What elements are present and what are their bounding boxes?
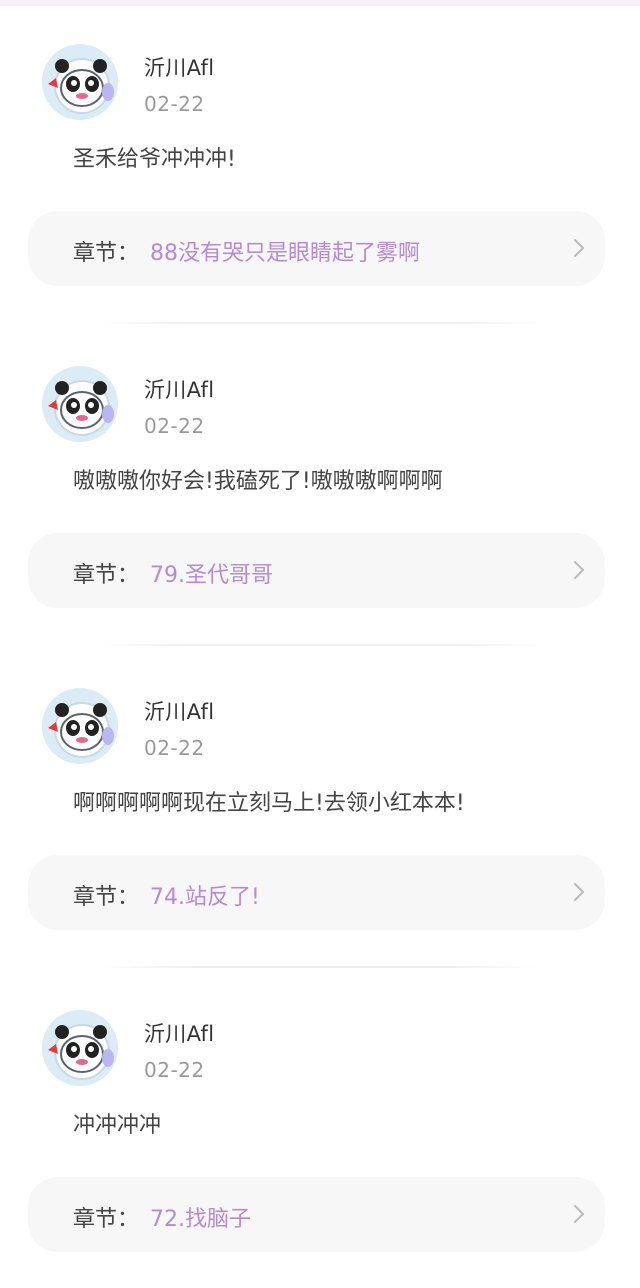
comment-text: 圣禾给爷冲冲冲!: [73, 147, 236, 172]
panda-avatar-icon[interactable]: [42, 1010, 118, 1086]
chapter-link[interactable]: 章节： 74.站反了!: [28, 855, 605, 930]
chapter-title: 74.站反了!: [150, 885, 260, 910]
chapter-title: 88没有哭只是眼睛起了雾啊: [150, 241, 420, 266]
chapter-title: 72.找脑子: [150, 1207, 251, 1232]
comment-item: 沂川Afl 02-22 圣禾给爷冲冲冲! 章节： 88没有哭只是眼睛起了雾啊: [0, 0, 640, 324]
username[interactable]: 沂川Afl: [144, 1018, 214, 1048]
chevron-right-icon: [573, 882, 585, 902]
comment-date: 02-22: [144, 414, 205, 438]
username[interactable]: 沂川Afl: [144, 52, 214, 82]
comment-date: 02-22: [144, 736, 205, 760]
comment-date: 02-22: [144, 1058, 205, 1082]
chevron-right-icon: [573, 238, 585, 258]
username[interactable]: 沂川Afl: [144, 696, 214, 726]
comment-item: 沂川Afl 02-22 嗷嗷嗷你好会!我磕死了!嗷嗷嗷啊啊啊 章节： 79.圣代…: [0, 322, 640, 646]
chapter-title: 79.圣代哥哥: [150, 563, 273, 588]
panda-avatar-icon[interactable]: [42, 688, 118, 764]
comment-text: 啊啊啊啊啊现在立刻马上!去领小红本本!: [73, 791, 465, 816]
panda-avatar-icon[interactable]: [42, 44, 118, 120]
chapter-label: 章节：: [73, 241, 140, 266]
chapter-link[interactable]: 章节： 79.圣代哥哥: [28, 533, 605, 608]
chevron-right-icon: [573, 1204, 585, 1224]
chevron-right-icon: [573, 560, 585, 580]
username[interactable]: 沂川Afl: [144, 374, 214, 404]
comment-text: 冲冲冲冲: [73, 1113, 162, 1138]
comment-item: 沂川Afl 02-22 啊啊啊啊啊现在立刻马上!去领小红本本! 章节： 74.站…: [0, 644, 640, 968]
chapter-label: 章节：: [73, 885, 140, 910]
comment-text: 嗷嗷嗷你好会!我磕死了!嗷嗷嗷啊啊啊: [73, 469, 443, 494]
comment-item: 沂川Afl 02-22 冲冲冲冲 章节： 72.找脑子: [0, 966, 640, 1288]
chapter-label: 章节：: [73, 1207, 140, 1232]
chapter-label: 章节：: [73, 563, 140, 588]
chapter-link[interactable]: 章节： 88没有哭只是眼睛起了雾啊: [28, 211, 605, 286]
comment-date: 02-22: [144, 92, 205, 116]
panda-avatar-icon[interactable]: [42, 366, 118, 442]
